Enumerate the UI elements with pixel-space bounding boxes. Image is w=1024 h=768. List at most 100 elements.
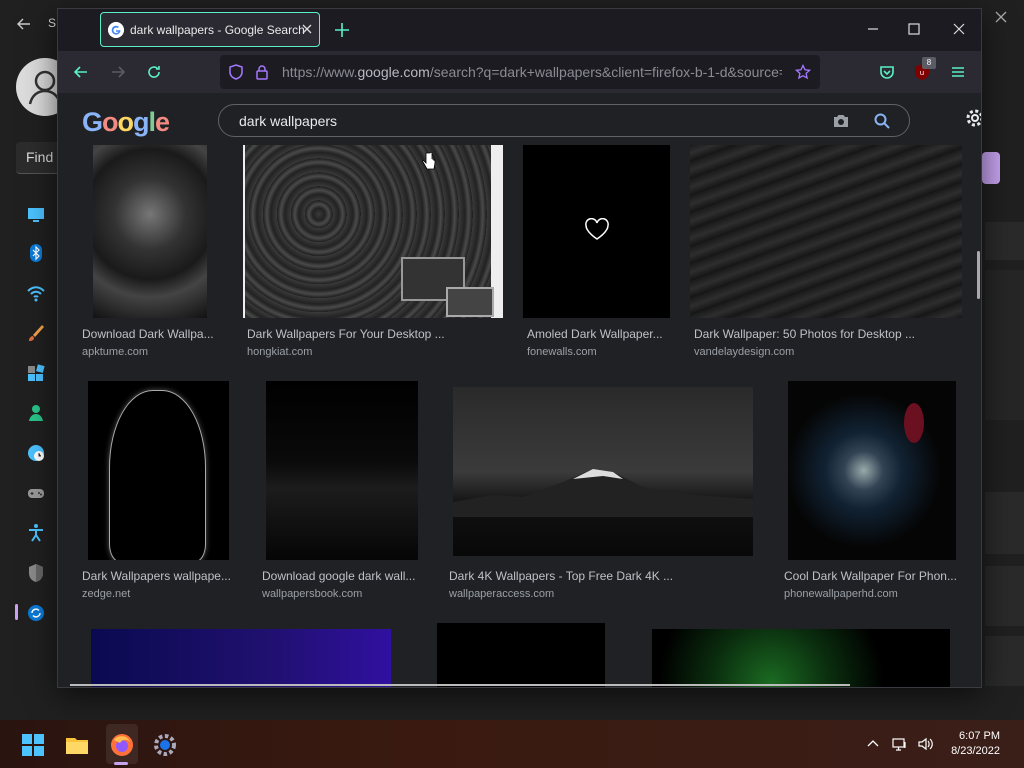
bookmark-star-icon[interactable] (795, 64, 811, 80)
url-bar[interactable]: https://www.google.com/search?q=dark+wal… (220, 55, 820, 89)
extension-badge: 8 (922, 57, 936, 69)
result-source[interactable]: zedge.net (82, 588, 130, 600)
google-favicon-icon (108, 22, 124, 38)
result-source[interactable]: wallpapersbook.com (262, 588, 362, 600)
accessibility-icon[interactable] (25, 522, 47, 544)
file-explorer-icon[interactable] (64, 732, 90, 758)
lock-icon[interactable] (254, 64, 270, 80)
settings-title: S (48, 16, 57, 30)
settings-app-icon[interactable] (152, 732, 178, 758)
result-source[interactable]: vandelaydesign.com (694, 346, 794, 358)
clock-date: 8/23/2022 (951, 745, 1000, 757)
result-caption[interactable]: Amoled Dark Wallpaper... (527, 327, 663, 341)
result-image[interactable] (523, 145, 670, 318)
accounts-icon[interactable] (25, 402, 47, 424)
close-icon[interactable] (990, 6, 1012, 28)
settings-card (985, 566, 1024, 626)
clock-time: 6:07 PM (959, 730, 1000, 742)
chevron-up-icon[interactable] (865, 736, 881, 752)
url-prefix: https://www. (282, 64, 358, 80)
result-image[interactable] (652, 629, 950, 687)
search-icon[interactable] (873, 112, 891, 130)
privacy-security-icon[interactable] (25, 562, 47, 584)
back-icon[interactable] (72, 63, 90, 81)
heart-icon (585, 218, 609, 240)
camera-icon[interactable] (832, 112, 850, 130)
result-source[interactable]: phonewallpaperhd.com (784, 588, 898, 600)
logo-letter: e (155, 107, 170, 137)
pocket-icon[interactable] (878, 63, 896, 81)
back-arrow-icon[interactable] (14, 14, 34, 34)
logo-letter: o (102, 107, 118, 137)
result-image[interactable] (91, 629, 391, 687)
search-input[interactable]: dark wallpapers (239, 113, 337, 129)
firefox-icon[interactable] (109, 732, 135, 758)
network-icon[interactable] (25, 282, 47, 304)
clock[interactable]: 6:07 PM 8/23/2022 (940, 729, 1000, 759)
system-icon[interactable] (25, 203, 47, 225)
url-text[interactable]: https://www.google.com/search?q=dark+wal… (282, 64, 782, 80)
selected-indicator (15, 604, 18, 620)
vertical-scrollbar[interactable] (977, 251, 980, 299)
bluetooth-icon[interactable] (25, 242, 47, 264)
start-icon[interactable] (20, 732, 46, 758)
result-caption[interactable]: Dark Wallpapers wallpape... (82, 569, 231, 583)
find-setting-input[interactable]: Find (16, 142, 60, 174)
windows-update-icon[interactable] (25, 602, 47, 624)
result-source[interactable]: apktume.com (82, 346, 148, 358)
gaming-icon[interactable] (25, 482, 47, 504)
taskbar: 6:07 PM 8/23/2022 (0, 720, 1024, 768)
result-image[interactable] (266, 381, 418, 560)
result-source[interactable]: hongkiat.com (247, 346, 312, 358)
google-logo[interactable]: Google (82, 107, 170, 138)
result-caption[interactable]: Cool Dark Wallpaper For Phon... (784, 569, 957, 583)
settings-card (985, 492, 1024, 554)
result-image[interactable] (788, 381, 956, 560)
page-content: Download Dark Wallpa... apktume.com Dark… (58, 93, 981, 687)
search-box[interactable]: dark wallpapers (218, 104, 910, 137)
network-tray-icon[interactable] (892, 736, 908, 752)
result-caption[interactable]: Dark Wallpapers For Your Desktop ... (247, 327, 445, 341)
logo-letter: o (117, 107, 134, 137)
tab-google-search[interactable]: dark wallpapers - Google Search (100, 12, 320, 47)
result-image[interactable] (690, 145, 962, 318)
google-header: Google dark wallpapers (58, 93, 981, 145)
settings-card (985, 270, 1024, 420)
personalization-icon[interactable] (25, 322, 47, 344)
settings-card (985, 222, 1024, 260)
result-caption[interactable]: Download Dark Wallpa... (82, 327, 214, 341)
minimize-icon[interactable] (865, 21, 881, 37)
gear-icon[interactable] (964, 107, 981, 129)
url-domain: google.com (357, 64, 430, 80)
result-image[interactable] (93, 145, 207, 318)
result-image[interactable] (88, 381, 229, 560)
result-image[interactable] (437, 623, 605, 687)
url-path: /search?q=dark+wallpapers&client=firefox… (429, 64, 782, 80)
result-caption[interactable]: Download google dark wall... (262, 569, 415, 583)
shield-icon[interactable] (228, 64, 244, 80)
close-window-icon[interactable] (951, 21, 967, 37)
result-image[interactable] (243, 145, 503, 318)
result-caption[interactable]: Dark Wallpaper: 50 Photos for Desktop ..… (694, 327, 915, 341)
maximize-icon[interactable] (906, 21, 922, 37)
volume-icon[interactable] (917, 736, 933, 752)
reload-icon[interactable] (145, 63, 163, 81)
close-tab-icon[interactable] (299, 21, 315, 37)
accent-button[interactable] (982, 152, 1000, 184)
svg-text:u: u (920, 69, 924, 77)
result-image[interactable] (453, 387, 753, 556)
time-language-icon[interactable] (25, 442, 47, 464)
horizontal-scrollbar[interactable] (70, 684, 850, 686)
result-source[interactable]: wallpaperaccess.com (449, 588, 554, 600)
settings-card (985, 636, 1024, 686)
result-source[interactable]: fonewalls.com (527, 346, 597, 358)
menu-icon[interactable] (949, 63, 967, 81)
new-tab-icon[interactable] (333, 21, 351, 39)
logo-letter: g (133, 107, 149, 137)
logo-letter: G (82, 107, 103, 137)
active-app-indicator (114, 762, 128, 765)
forward-icon[interactable] (109, 63, 127, 81)
apps-icon[interactable] (25, 362, 47, 384)
hand-cursor-icon (422, 151, 436, 170)
result-caption[interactable]: Dark 4K Wallpapers - Top Free Dark 4K ..… (449, 569, 673, 583)
